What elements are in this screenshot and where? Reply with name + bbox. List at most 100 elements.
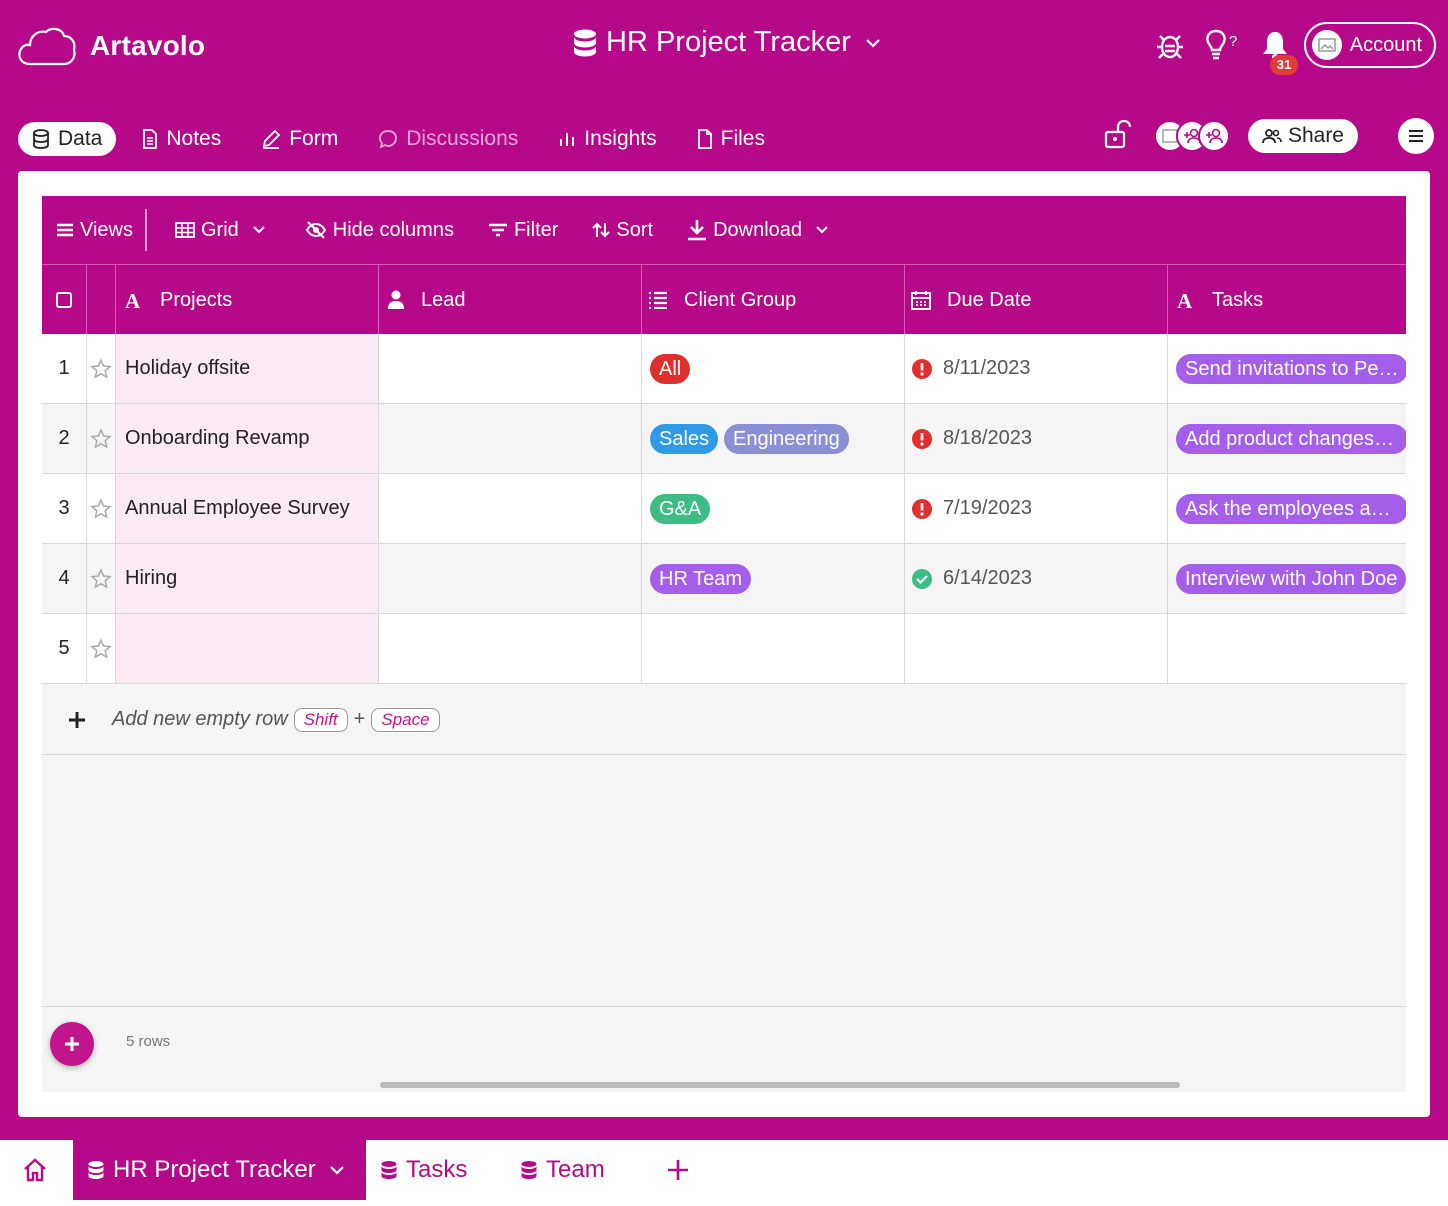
lead-cell[interactable] [379, 334, 642, 403]
tab-discussions[interactable]: Discussions [364, 122, 532, 156]
filter-icon [488, 223, 507, 237]
bottom-tab-hr-project-tracker[interactable]: HR Project Tracker [73, 1140, 366, 1200]
share-label: Share [1287, 124, 1344, 147]
client-group-cell[interactable]: G&A [642, 474, 905, 543]
grid-view-selector[interactable]: Grid [175, 219, 271, 242]
sort-button[interactable]: Sort [592, 219, 653, 242]
tab-files[interactable]: Files [683, 122, 779, 156]
lead-cell[interactable] [379, 404, 642, 473]
download-icon [688, 220, 707, 241]
bottom-tab-tasks[interactable]: Tasks [380, 1140, 467, 1200]
tasks-cell[interactable]: Add product changes to the guide [1168, 404, 1406, 473]
document-title[interactable]: HR Project Tracker [572, 26, 881, 59]
favorite-star-icon[interactable] [87, 474, 116, 543]
lead-cell[interactable] [379, 474, 642, 543]
tab-label: Data [58, 127, 103, 150]
project-cell[interactable]: Onboarding Revamp [116, 404, 379, 473]
bar-chart-icon [560, 133, 575, 146]
bottom-tab-team[interactable]: Team [520, 1140, 605, 1200]
table-row[interactable]: 4 Hiring HR Team 6/14/2023 Interview with Jo… [42, 544, 1406, 614]
favorite-star-icon[interactable] [87, 334, 116, 403]
filter-button[interactable]: Filter [488, 219, 558, 242]
lead-cell[interactable] [379, 544, 642, 613]
home-button[interactable] [22, 1140, 56, 1200]
favorite-star-icon[interactable] [87, 614, 116, 683]
bug-icon[interactable] [1156, 30, 1184, 60]
tasks-cell[interactable] [1168, 614, 1406, 683]
tab-form[interactable]: Form [247, 122, 352, 156]
tab-label: Form [289, 127, 339, 150]
image-icon [1317, 38, 1336, 52]
tasks-cell[interactable]: Ask the employees about benefits [1168, 474, 1406, 543]
column-label: Lead [421, 288, 466, 311]
column-header-client-group[interactable]: Client Group [642, 265, 905, 335]
due-date-cell[interactable]: 6/14/2023 [905, 544, 1168, 613]
lightbulb-help-icon[interactable]: ? [1204, 29, 1240, 61]
tab-label: Discussions [406, 127, 519, 150]
notifications-bell-icon[interactable]: 31 [1260, 29, 1299, 75]
views-button[interactable]: Views [56, 209, 147, 251]
column-header-projects[interactable]: A Projects [116, 265, 379, 335]
project-cell[interactable]: Annual Employee Survey [116, 474, 379, 543]
table-row[interactable]: 1 Holiday offsite All 8/11/2023 Send invitat… [42, 334, 1406, 404]
add-record-button[interactable] [50, 1022, 94, 1066]
add-new-row[interactable]: Add new empty row Shift + Space [42, 685, 1406, 755]
add-table-button[interactable] [666, 1140, 698, 1200]
database-icon [33, 129, 49, 149]
row-number: 1 [42, 334, 87, 403]
bottom-tab-bar: HR Project Tracker Tasks Team [0, 1140, 1448, 1206]
hide-columns-button[interactable]: Hide columns [305, 219, 454, 242]
tab-label: Insights [584, 127, 657, 150]
due-date-cell[interactable]: 8/11/2023 [905, 334, 1168, 403]
tasks-cell[interactable]: Interview with John Doe [1168, 544, 1406, 613]
row-number: 3 [42, 474, 87, 543]
table-row[interactable]: 5 [42, 614, 1406, 684]
collaborators[interactable] [1153, 120, 1230, 152]
project-cell[interactable]: Holiday offsite [116, 334, 379, 403]
lead-cell[interactable] [379, 614, 642, 683]
share-button[interactable]: Share [1247, 119, 1358, 153]
database-icon [574, 29, 596, 56]
key-plus: + [353, 708, 366, 730]
client-group-cell[interactable]: All [642, 334, 905, 403]
table-row[interactable]: 3 Annual Employee Survey G&A 7/19/2023 Ask t… [42, 474, 1406, 544]
file-icon [697, 129, 712, 149]
table-row[interactable]: 2 Onboarding Revamp Sales Engineering 8/18/2… [42, 404, 1406, 474]
tab-notes[interactable]: Notes [128, 122, 235, 156]
space-key-hint: Space [371, 707, 440, 732]
tasks-cell[interactable]: Send invitations to People [1168, 334, 1406, 403]
footer-divider [42, 1006, 1406, 1007]
hamburger-menu-icon[interactable] [1398, 118, 1434, 154]
unlock-icon[interactable] [1104, 119, 1132, 154]
download-label: Download [713, 218, 803, 241]
alert-circle-icon [911, 358, 933, 380]
select-all-checkbox[interactable] [42, 265, 87, 335]
row-count: 5 rows [126, 1033, 171, 1050]
tab-data[interactable]: Data [18, 122, 117, 156]
favorite-star-icon[interactable] [87, 544, 116, 613]
tab-insights[interactable]: Insights [544, 122, 670, 156]
client-group-cell[interactable] [642, 614, 905, 683]
plus-icon [69, 711, 85, 728]
project-cell[interactable] [116, 614, 379, 683]
column-header-due-date[interactable]: Due Date [905, 265, 1168, 335]
due-date-cell[interactable]: 8/18/2023 [905, 404, 1168, 473]
due-date-cell[interactable] [905, 614, 1168, 683]
logo[interactable]: Artavolo [16, 24, 205, 68]
chat-icon [379, 130, 398, 149]
download-button[interactable]: Download [687, 219, 834, 242]
column-header-tasks[interactable]: A Tasks [1168, 265, 1406, 335]
plus-icon [65, 1037, 79, 1051]
due-date-cell[interactable]: 7/19/2023 [905, 474, 1168, 543]
client-group-cell[interactable]: HR Team [642, 544, 905, 613]
client-group-chip: Engineering [724, 423, 849, 454]
client-group-cell[interactable]: Sales Engineering [642, 404, 905, 473]
favorite-star-icon[interactable] [87, 404, 116, 473]
column-header-lead[interactable]: Lead [379, 265, 642, 335]
person-icon [388, 290, 404, 309]
sort-label: Sort [616, 218, 654, 241]
horizontal-scrollbar[interactable] [380, 1082, 1180, 1088]
account-button[interactable]: Account [1303, 22, 1436, 68]
bottom-tab-label: HR Project Tracker [113, 1156, 316, 1183]
project-cell[interactable]: Hiring [116, 544, 379, 613]
